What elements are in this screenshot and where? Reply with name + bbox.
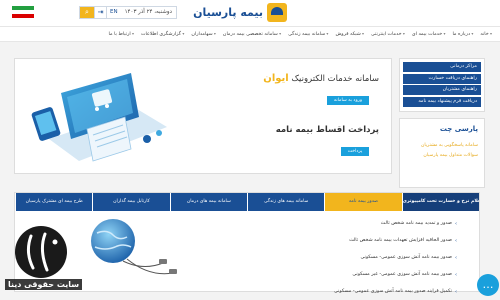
chevron-left-icon: ‹: [455, 272, 457, 278]
service-item-label: صدور بیمه نامه آتش سوزی عمومی- مسکونی: [360, 255, 452, 260]
quick-link-customer-guide[interactable]: راهنمای مشتریان: [403, 85, 481, 95]
service-item[interactable]: تکمیل فرایند صدور بیمه نامه آتش سوزی عمو…: [334, 287, 457, 300]
service-item[interactable]: صدور بیمه نامه آتش سوزی عمومی- مسکونی ‹: [334, 253, 457, 270]
service-item[interactable]: صدور الحاقیه افزایش تعهدات بیمه نامه شخص…: [334, 236, 457, 253]
service-item-label: صدور و تمدید بیمه نامه شخص ثالث: [380, 221, 452, 226]
chat-bubble-icon[interactable]: …: [477, 274, 499, 296]
services-tabs: استعلام نرخ و خسارت تحت کامپیوتری صدور ب…: [15, 193, 479, 211]
quick-link-proposal-form[interactable]: دریافت فرم پیشنهاد بیمه نامه: [403, 96, 481, 107]
watermark-text: سایت حقوقی دینا: [5, 279, 83, 290]
nav-item-about[interactable]: درباره ما: [452, 31, 473, 37]
nav-item-internet-services[interactable]: خدمات اینترنتی: [371, 31, 405, 37]
chevron-left-icon: ‹: [455, 255, 457, 261]
banner-title: سامانه خدمات الکترونیک ایوان: [263, 73, 379, 84]
tab-joint-plan[interactable]: طرح بیمه ای مشترک پارسیان: [15, 193, 93, 211]
nav-item-sales-network[interactable]: شبکه فروش: [335, 31, 364, 37]
tab-insured-cartable[interactable]: کارتابل بیمه گذاران: [92, 193, 170, 211]
utility-box: ⌕ ⇥ EN دوشنبه، ۲۴ آذر ۱۴۰۳: [79, 6, 177, 19]
chat-link-faq[interactable]: سوالات متداول بیمه پارسیان: [406, 151, 478, 161]
enter-system-button[interactable]: ورود به سامانه: [327, 96, 369, 105]
current-date: دوشنبه، ۲۴ آذر ۱۴۰۳: [124, 9, 172, 15]
nav-item-contact[interactable]: ارتباط با ما: [109, 31, 135, 37]
service-item-label: صدور بیمه نامه آتش سوزی عمومی- غیر مسکون…: [352, 272, 452, 277]
service-item-label: صدور الحاقیه افزایش تعهدات بیمه نامه شخص…: [349, 238, 452, 243]
nav-item-reports[interactable]: گزارشگری اطلاعات: [141, 31, 184, 37]
services-panel: استعلام نرخ و خسارت تحت کامپیوتری صدور ب…: [14, 192, 480, 295]
chevron-left-icon: ‹: [455, 221, 457, 227]
nav-item-insurance-services[interactable]: خدمات بیمه ای: [412, 31, 446, 37]
iran-flag-icon: [12, 6, 34, 18]
service-item[interactable]: صدور و تمدید بیمه نامه شخص ثالث ‹: [334, 219, 457, 236]
parsi-chat-panel: پارسی چت سامانه پاسخگویی به مشتریان سوال…: [399, 118, 485, 188]
banner-title-highlight: ایوان: [263, 73, 289, 84]
brand-name: بیمه پارسیان: [193, 6, 263, 19]
tab-health-system[interactable]: سامانه بیمه های درمان: [169, 193, 248, 211]
quick-links: مراکز درمانی راهنمای دریافت خسارت راهنما…: [399, 58, 485, 112]
nav-item-health-insurance[interactable]: سامانه تخصصی بیمه درمان: [223, 31, 281, 37]
banner-title-text: سامانه خدمات الکترونیک: [291, 74, 379, 84]
service-item[interactable]: صدور بیمه نامه آتش سوزی عمومی- غیر مسکون…: [334, 270, 457, 287]
parsi-chat-title: پارسی چت: [439, 125, 478, 133]
brand-logo-link[interactable]: بیمه پارسیان: [193, 3, 287, 22]
top-bar: بیمه پارسیان ⌕ ⇥ EN دوشنبه، ۲۴ آذر ۱۴۰۳: [0, 0, 500, 26]
tab-issue-policy[interactable]: صدور بیمه نامه: [324, 193, 402, 211]
services-list: صدور و تمدید بیمه نامه شخص ثالث ‹ صدور ا…: [334, 219, 457, 300]
parsian-logo-icon: [267, 3, 287, 22]
computer-illustration-icon: [31, 73, 167, 162]
chat-link-support[interactable]: سامانه پاسخگویی به مشتریان: [406, 141, 478, 151]
pay-button[interactable]: پرداخت: [341, 147, 369, 156]
globe-network-icon: [91, 219, 177, 275]
chevron-left-icon: ‹: [455, 289, 457, 295]
right-sidebar: مراکز درمانی راهنمای دریافت خسارت راهنما…: [399, 58, 485, 188]
nav-item-life-insurance[interactable]: سامانه بیمه زندگی: [288, 31, 328, 37]
main-nav: خانه درباره ما خدمات بیمه ای خدمات اینتر…: [0, 26, 500, 42]
ivan-banner: سامانه خدمات الکترونیک ایوان ورود به سام…: [14, 58, 392, 174]
quick-link-medical-centers[interactable]: مراکز درمانی: [403, 62, 481, 72]
nav-item-home[interactable]: خانه: [480, 31, 492, 37]
quick-link-claims-guide[interactable]: راهنمای دریافت خسارت: [403, 73, 481, 84]
search-icon[interactable]: ⌕: [80, 7, 94, 18]
service-item-label: تکمیل فرایند صدور بیمه نامه آتش سوزی عمو…: [334, 289, 452, 294]
tab-life-system[interactable]: سامانه بیمه های زندگی: [247, 193, 325, 211]
nav-item-shareholders[interactable]: سهامداران: [191, 31, 216, 37]
login-icon[interactable]: ⇥: [94, 7, 106, 18]
language-switch[interactable]: EN: [106, 7, 121, 18]
installment-title: پرداخت اقساط بیمه نامه: [275, 125, 379, 135]
tab-rate-inquiry[interactable]: استعلام نرخ و خسارت تحت کامپیوتری: [401, 193, 479, 211]
chevron-left-icon: ‹: [455, 238, 457, 244]
